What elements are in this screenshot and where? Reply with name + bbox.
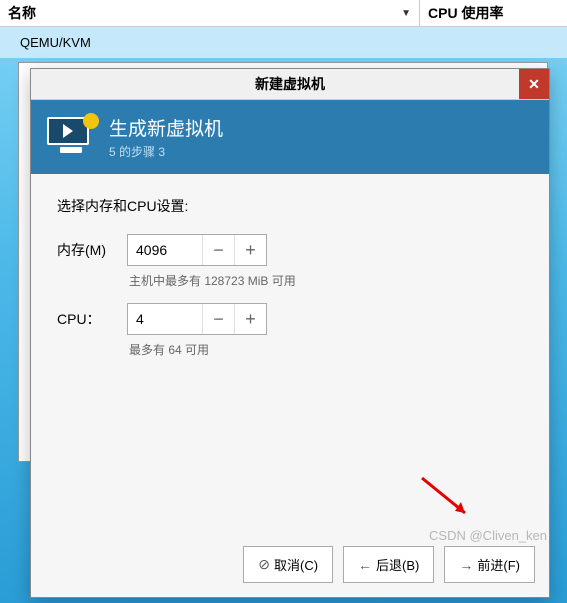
section-title: 选择内存和CPU设置: xyxy=(57,196,523,216)
cancel-label: 取消(C) xyxy=(274,555,318,574)
sort-caret-icon[interactable]: ▼ xyxy=(401,8,411,19)
dialog-header: 生成新虚拟机 5 的步骤 3 xyxy=(31,100,549,174)
header-title: 生成新虚拟机 xyxy=(109,114,223,141)
forward-button[interactable]: → 前进(F) xyxy=(444,546,535,583)
close-button[interactable]: ✕ xyxy=(519,69,549,99)
dialog-body: 选择内存和CPU设置: 内存(M) − + 主机中最多有 128723 MiB … xyxy=(31,174,549,532)
cpu-decrement-button[interactable]: − xyxy=(202,304,234,334)
memory-row: 内存(M) − + xyxy=(57,234,523,266)
watermark: CSDN @Cliven_ken xyxy=(429,528,547,543)
vm-list-table: 名称 ▼ CPU 使用率 QEMU/KVM xyxy=(0,0,567,58)
cpu-hint: 最多有 64 可用 xyxy=(129,341,523,358)
table-header: 名称 ▼ CPU 使用率 xyxy=(0,0,567,27)
table-row[interactable]: QEMU/KVM xyxy=(0,27,567,58)
cpu-label: CPU： xyxy=(57,309,117,329)
memory-input[interactable] xyxy=(128,235,202,265)
back-label: 后退(B) xyxy=(376,555,419,574)
cancel-button[interactable]: ⊘ 取消(C) xyxy=(243,546,333,583)
header-step: 5 的步骤 3 xyxy=(109,143,223,160)
cpu-spinner: − + xyxy=(127,303,267,335)
column-name-label: 名称 xyxy=(8,3,36,23)
cpu-row: CPU： − + xyxy=(57,303,523,335)
memory-increment-button[interactable]: + xyxy=(234,235,266,265)
memory-decrement-button[interactable]: − xyxy=(202,235,234,265)
row-name: QEMU/KVM xyxy=(0,27,420,58)
memory-label: 内存(M) xyxy=(57,240,117,260)
close-icon: ✕ xyxy=(528,76,540,93)
cpu-increment-button[interactable]: + xyxy=(234,304,266,334)
forward-label: 前进(F) xyxy=(477,555,520,574)
memory-spinner: − + xyxy=(127,234,267,266)
cpu-input[interactable] xyxy=(128,304,202,334)
column-cpu-header[interactable]: CPU 使用率 xyxy=(420,0,567,26)
column-cpu-label: CPU 使用率 xyxy=(428,5,503,21)
column-name-header[interactable]: 名称 ▼ xyxy=(0,0,420,26)
back-arrow-icon: ← xyxy=(358,557,372,573)
cancel-icon: ⊘ xyxy=(258,556,270,573)
dialog-titlebar: 新建虚拟机 ✕ xyxy=(31,69,549,100)
memory-hint: 主机中最多有 128723 MiB 可用 xyxy=(129,272,523,289)
forward-arrow-icon: → xyxy=(459,557,473,573)
back-button[interactable]: ← 后退(B) xyxy=(343,546,434,583)
vm-monitor-icon xyxy=(47,117,95,157)
dialog-title-text: 新建虚拟机 xyxy=(255,76,325,92)
new-vm-dialog: 新建虚拟机 ✕ 生成新虚拟机 5 的步骤 3 选择内存和CPU设置: 内存(M)… xyxy=(30,68,550,598)
